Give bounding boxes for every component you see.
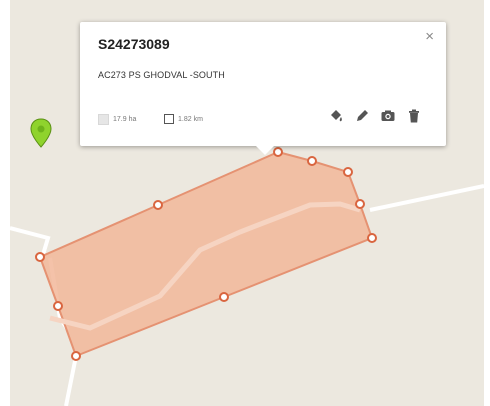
area-stat: 17.9 ha [98, 114, 136, 125]
close-icon[interactable]: × [425, 28, 434, 45]
perimeter-stat: 1.82 km [164, 114, 203, 124]
pencil-icon[interactable] [354, 108, 370, 124]
polygon-midpoint-handle[interactable] [219, 292, 229, 302]
polygon-midpoint-handle[interactable] [53, 301, 63, 311]
road-northeast [369, 184, 484, 212]
polygon-midpoint-handle[interactable] [307, 156, 317, 166]
location-pin-icon[interactable] [30, 118, 52, 148]
camera-icon[interactable] [380, 108, 396, 124]
polygon-vertex-handle[interactable] [35, 252, 45, 262]
polygon-vertex-handle[interactable] [71, 351, 81, 361]
paint-bucket-icon[interactable] [328, 108, 344, 124]
area-square-icon [98, 114, 109, 125]
polygon-vertex-handle[interactable] [343, 167, 353, 177]
perimeter-square-icon [164, 114, 174, 124]
popup-toolbar [328, 108, 422, 124]
polygon-vertex-handle[interactable] [367, 233, 377, 243]
polygon-midpoint-handle[interactable] [153, 200, 163, 210]
perimeter-value: 1.82 km [178, 115, 203, 123]
popup-title: S24273089 [98, 36, 170, 52]
polygon-midpoint-handle[interactable] [355, 199, 365, 209]
area-value: 17.9 ha [113, 116, 137, 123]
polygon-info-popup: S24273089 × AC273 PS GHODVAL -SOUTH 17.9… [80, 22, 446, 155]
road-south [64, 355, 78, 406]
polygon-vertex-handle[interactable] [273, 147, 283, 157]
trash-icon[interactable] [406, 108, 422, 124]
popup-description: AC273 PS GHODVAL -SOUTH [98, 70, 225, 80]
